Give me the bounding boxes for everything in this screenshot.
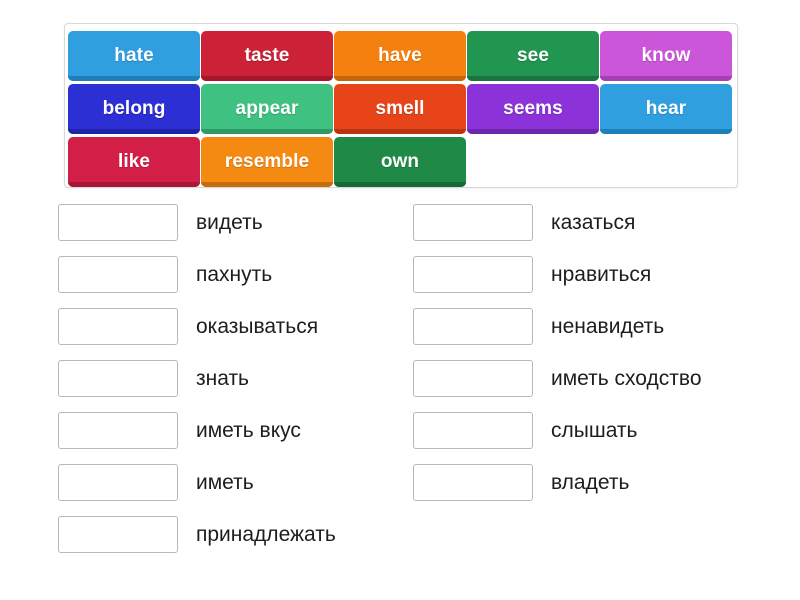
word-tile-resemble[interactable]: resemble	[201, 137, 333, 187]
tile-bottom-edge	[334, 76, 466, 81]
drop-slot[interactable]	[58, 307, 178, 345]
answer-term: казаться	[551, 210, 636, 234]
tile-row: like resemble own	[68, 137, 737, 187]
tile-bottom-edge	[68, 76, 200, 81]
tile-bottom-edge	[334, 182, 466, 187]
answer-column-left: видеть пахнуть оказываться знать иметь вкус и…	[0, 196, 355, 560]
drop-slot[interactable]	[58, 255, 178, 293]
word-tile-smell[interactable]: smell	[334, 84, 466, 134]
answer-term: иметь	[196, 470, 254, 494]
answer-row: иметь вкус	[58, 404, 355, 456]
answer-term: ненавидеть	[551, 314, 665, 338]
answer-row: знать	[58, 352, 355, 404]
word-tile-label: have	[378, 45, 422, 66]
word-tile-know[interactable]: know	[600, 31, 732, 81]
answer-row: видеть	[58, 196, 355, 248]
drop-slot[interactable]	[58, 359, 178, 397]
word-tile-like[interactable]: like	[68, 137, 200, 187]
word-tile-taste[interactable]: taste	[201, 31, 333, 81]
drop-slot[interactable]	[413, 359, 533, 397]
word-tile-label: belong	[102, 98, 166, 119]
drop-slot[interactable]	[58, 515, 178, 553]
answer-column-right: казаться нравиться ненавидеть иметь сходств…	[355, 196, 775, 560]
tile-bottom-edge	[600, 76, 732, 81]
drop-slot[interactable]	[413, 307, 533, 345]
tile-bottom-edge	[467, 129, 599, 134]
drop-slot[interactable]	[413, 203, 533, 241]
answer-row: нравиться	[413, 248, 775, 300]
answer-row: оказываться	[58, 300, 355, 352]
answer-term: владеть	[551, 470, 630, 494]
word-tile-label: smell	[375, 98, 425, 119]
tile-bottom-edge	[68, 182, 200, 187]
word-tile-label: taste	[244, 45, 290, 66]
word-tile-have[interactable]: have	[334, 31, 466, 81]
answer-term: иметь сходство	[551, 366, 702, 390]
drop-slot[interactable]	[413, 411, 533, 449]
answer-row: казаться	[413, 196, 775, 248]
word-tile-seems[interactable]: seems	[467, 84, 599, 134]
drop-slot[interactable]	[58, 411, 178, 449]
tile-bottom-edge	[201, 182, 333, 187]
answer-row: иметь	[58, 456, 355, 508]
answer-row: пахнуть	[58, 248, 355, 300]
word-tile-belong[interactable]: belong	[68, 84, 200, 134]
word-tile-label: see	[516, 45, 549, 66]
answer-row: ненавидеть	[413, 300, 775, 352]
drop-slot[interactable]	[58, 463, 178, 501]
tile-bottom-edge	[68, 129, 200, 134]
answer-row: принадлежать	[58, 508, 355, 560]
answer-term: слышать	[551, 418, 638, 442]
tile-bottom-edge	[334, 129, 466, 134]
word-tile-appear[interactable]: appear	[201, 84, 333, 134]
drop-slot[interactable]	[413, 255, 533, 293]
tile-bottom-edge	[201, 129, 333, 134]
answer-area: видеть пахнуть оказываться знать иметь вкус и…	[0, 196, 800, 560]
answer-term: пахнуть	[196, 262, 273, 286]
matching-exercise-page: hate taste have see know belong appear smell see…	[0, 0, 800, 600]
word-tile-label: know	[641, 45, 691, 66]
word-tile-label: appear	[235, 98, 299, 119]
word-tile-label: hear	[645, 98, 687, 119]
answer-term: принадлежать	[196, 522, 336, 546]
tile-bottom-edge	[201, 76, 333, 81]
answer-term: оказываться	[196, 314, 319, 338]
tile-row: hate taste have see know	[68, 31, 737, 83]
word-tile-label: seems	[503, 98, 563, 119]
word-tile-label: resemble	[224, 151, 310, 172]
answer-row: иметь сходство	[413, 352, 775, 404]
word-tile-label: own	[380, 151, 420, 172]
tile-bottom-edge	[600, 129, 732, 134]
tile-row: belong appear smell seems hear	[68, 84, 737, 136]
word-tile-label: hate	[114, 45, 154, 66]
word-tile-own[interactable]: own	[334, 137, 466, 187]
word-tile-tray: hate taste have see know belong appear smell see…	[64, 23, 738, 188]
answer-term: иметь вкус	[196, 418, 301, 442]
word-tile-hate[interactable]: hate	[68, 31, 200, 81]
answer-row: владеть	[413, 456, 775, 508]
answer-term: знать	[196, 366, 250, 390]
word-tile-see[interactable]: see	[467, 31, 599, 81]
drop-slot[interactable]	[413, 463, 533, 501]
answer-term: видеть	[196, 210, 263, 234]
tile-rows: hate taste have see know belong appear smell see…	[68, 31, 737, 187]
drop-slot[interactable]	[58, 203, 178, 241]
word-tile-hear[interactable]: hear	[600, 84, 732, 134]
word-tile-label: like	[117, 151, 151, 172]
tile-bottom-edge	[467, 76, 599, 81]
answer-term: нравиться	[551, 262, 652, 286]
answer-row: слышать	[413, 404, 775, 456]
